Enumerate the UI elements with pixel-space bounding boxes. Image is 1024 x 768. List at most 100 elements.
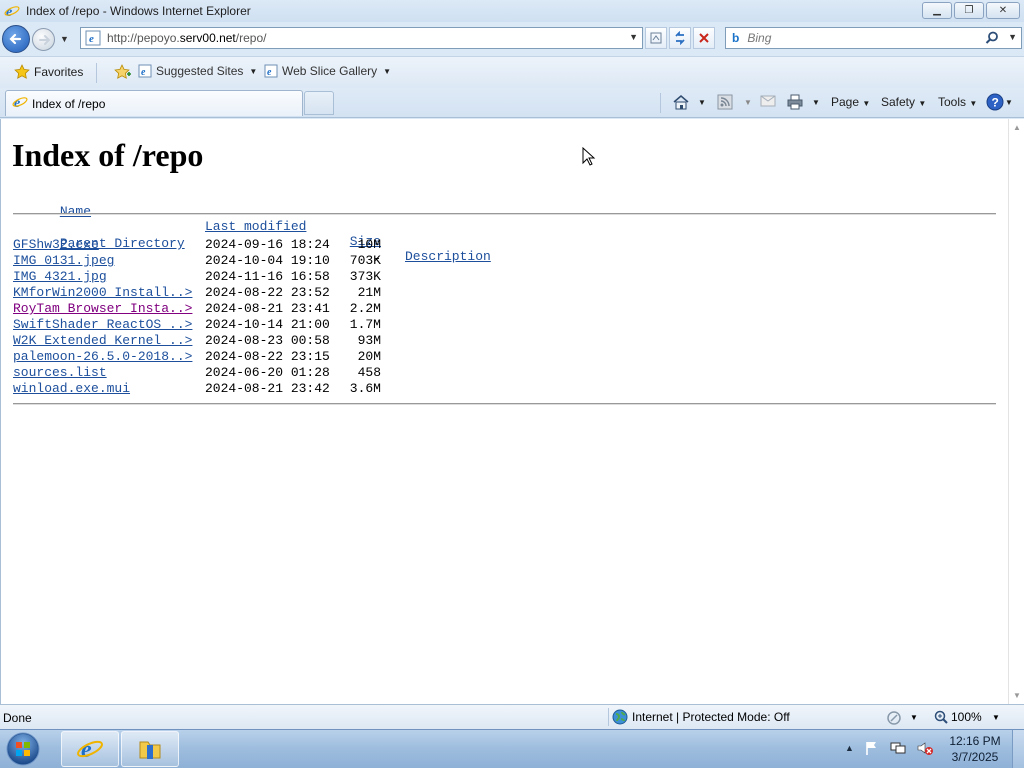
file-link[interactable]: W2K Extended Kernel ..> [13,333,192,348]
show-desktop-button[interactable] [1012,730,1024,768]
taskbar-windows-explorer[interactable] [121,731,179,767]
sort-by-description-link[interactable]: Description [405,249,491,264]
stop-icon [699,33,709,43]
network-icon[interactable] [890,740,906,756]
print-button[interactable] [786,94,804,110]
chevron-down-icon: ▼ [383,66,392,76]
file-modified: 2024-08-22 23:52 [205,285,330,300]
favorites-button[interactable]: Favorites [14,64,83,80]
compatibility-view-button[interactable] [645,27,667,49]
volume-muted-icon[interactable] [916,740,934,756]
windows-logo-icon [6,732,40,766]
safety-menu[interactable]: Safety ▼ [881,95,926,109]
rss-feed-icon [717,94,733,110]
scroll-down-icon[interactable]: ▼ [1013,691,1021,700]
new-tab-button[interactable] [304,91,334,115]
taskbar-internet-explorer[interactable]: e [61,731,119,767]
file-link[interactable]: sources.list [13,365,107,380]
file-link[interactable]: KMforWin2000_Install..> [13,285,192,300]
zoom-icon [934,710,948,724]
web-slice-gallery-button[interactable]: e Web Slice Gallery ▼ [264,64,391,78]
file-size: 1.7M [349,317,381,332]
feeds-dropdown[interactable]: ▼ [744,98,752,107]
read-mail-button[interactable] [760,94,776,108]
search-box[interactable]: b Bing ▼ [725,27,1022,49]
popup-dropdown[interactable]: ▼ [910,713,918,722]
feeds-button[interactable] [717,94,733,110]
file-modified: 2024-11-16 16:58 [205,269,330,284]
back-arrow-icon [9,33,22,45]
list-item: IMG_0131.jpeg 2024-10-04 19:10 703K [13,253,381,269]
sort-by-name-link[interactable]: Name [60,204,91,219]
svg-text:e: e [89,33,94,45]
zoom-dropdown[interactable]: ▼ [992,713,1000,722]
forward-button[interactable] [32,28,55,51]
file-link[interactable]: IMG_4321.jpg [13,269,107,284]
suggested-sites-button[interactable]: e Suggested Sites ▼ [138,64,257,78]
page-icon: e [264,64,278,78]
scroll-up-icon[interactable]: ▲ [1013,123,1021,132]
recent-pages-dropdown[interactable]: ▼ [60,34,69,44]
stop-button[interactable] [693,27,715,49]
add-to-favorites-button[interactable] [114,64,132,80]
svg-text:e: e [141,67,146,78]
address-bar[interactable]: e http://pepoyo.serv00.net/repo/ ▼ [80,27,643,49]
list-item: IMG_4321.jpg 2024-11-16 16:58 373K [13,269,381,285]
clock[interactable]: 12:16 PM 3/7/2025 [940,733,1010,765]
folder-icon [139,741,161,759]
file-size: 93M [357,333,381,348]
list-item: KMforWin2000_Install..> 2024-08-22 23:52 2… [13,285,381,301]
zoom-control[interactable]: 100% [934,710,982,724]
tab-row: e Index of /repo ▼ ▼ ▼ Page ▼ Safety ▼ T… [0,88,1024,118]
refresh-button[interactable] [669,27,691,49]
bing-logo-icon: b [732,31,740,45]
web-slice-gallery-label: Web Slice Gallery [282,64,378,78]
refresh-icon [675,31,685,45]
url-text[interactable]: http://pepoyo.serv00.net/repo/ [107,31,266,45]
help-icon: ? [986,93,1004,111]
restore-button[interactable]: ❐ [954,2,984,19]
tab-index-of-repo[interactable]: e Index of /repo [5,90,303,116]
mouse-cursor-icon [582,146,596,170]
start-button[interactable] [3,731,43,767]
forward-arrow-icon [38,34,50,45]
vertical-scrollbar[interactable]: ▲ ▼ [1008,119,1024,704]
tab-label: Index of /repo [32,96,106,111]
help-button[interactable]: ? [986,93,1004,111]
home-button[interactable] [672,94,690,111]
print-dropdown[interactable]: ▼ [812,98,820,107]
security-zone[interactable]: Internet | Protected Mode: Off [612,709,790,725]
close-window-button[interactable]: ✕ [986,2,1020,19]
popup-blocker-button[interactable] [886,710,904,729]
divider [96,63,97,83]
file-link[interactable]: winload.exe.mui [13,381,130,396]
file-link[interactable]: SwiftShader_ReactOS_..> [13,317,192,332]
file-link[interactable]: RoyTam Browser Insta..> [13,301,192,316]
minimize-button[interactable]: ▁ [922,2,952,19]
list-item: Parent Directory - [13,221,381,266]
search-dropdown[interactable]: ▼ [1008,32,1017,42]
search-icon[interactable] [985,31,999,48]
file-link[interactable]: palemoon-26.5.0-2018..> [13,349,192,364]
address-dropdown[interactable]: ▼ [629,32,638,42]
home-icon [673,95,689,110]
back-button[interactable] [2,25,30,53]
file-link[interactable]: IMG_0131.jpeg [13,253,114,268]
help-dropdown[interactable]: ▼ [1005,98,1013,107]
listing-header: Name Last modified Size Description [13,189,491,264]
minimize-icon: ▁ [933,5,941,16]
action-center-flag-icon[interactable] [864,740,880,756]
file-modified: 2024-08-21 23:42 [205,381,330,396]
favorites-star-icon [14,64,30,79]
sort-by-modified-link[interactable]: Last modified [205,219,306,234]
file-link[interactable]: GFShw32.exe [13,237,99,252]
page-menu[interactable]: Page ▼ [831,95,870,109]
file-modified: 2024-09-16 18:24 [205,237,330,252]
file-size: 458 [357,365,381,380]
title-bar: e Index of /repo - Windows Internet Expl… [0,0,1024,22]
show-hidden-icons-button[interactable]: ▲ [845,743,854,753]
home-dropdown[interactable]: ▼ [698,98,706,107]
search-placeholder[interactable]: Bing [747,31,771,45]
tools-menu[interactable]: Tools ▼ [938,95,977,109]
compatibility-icon [650,32,662,44]
